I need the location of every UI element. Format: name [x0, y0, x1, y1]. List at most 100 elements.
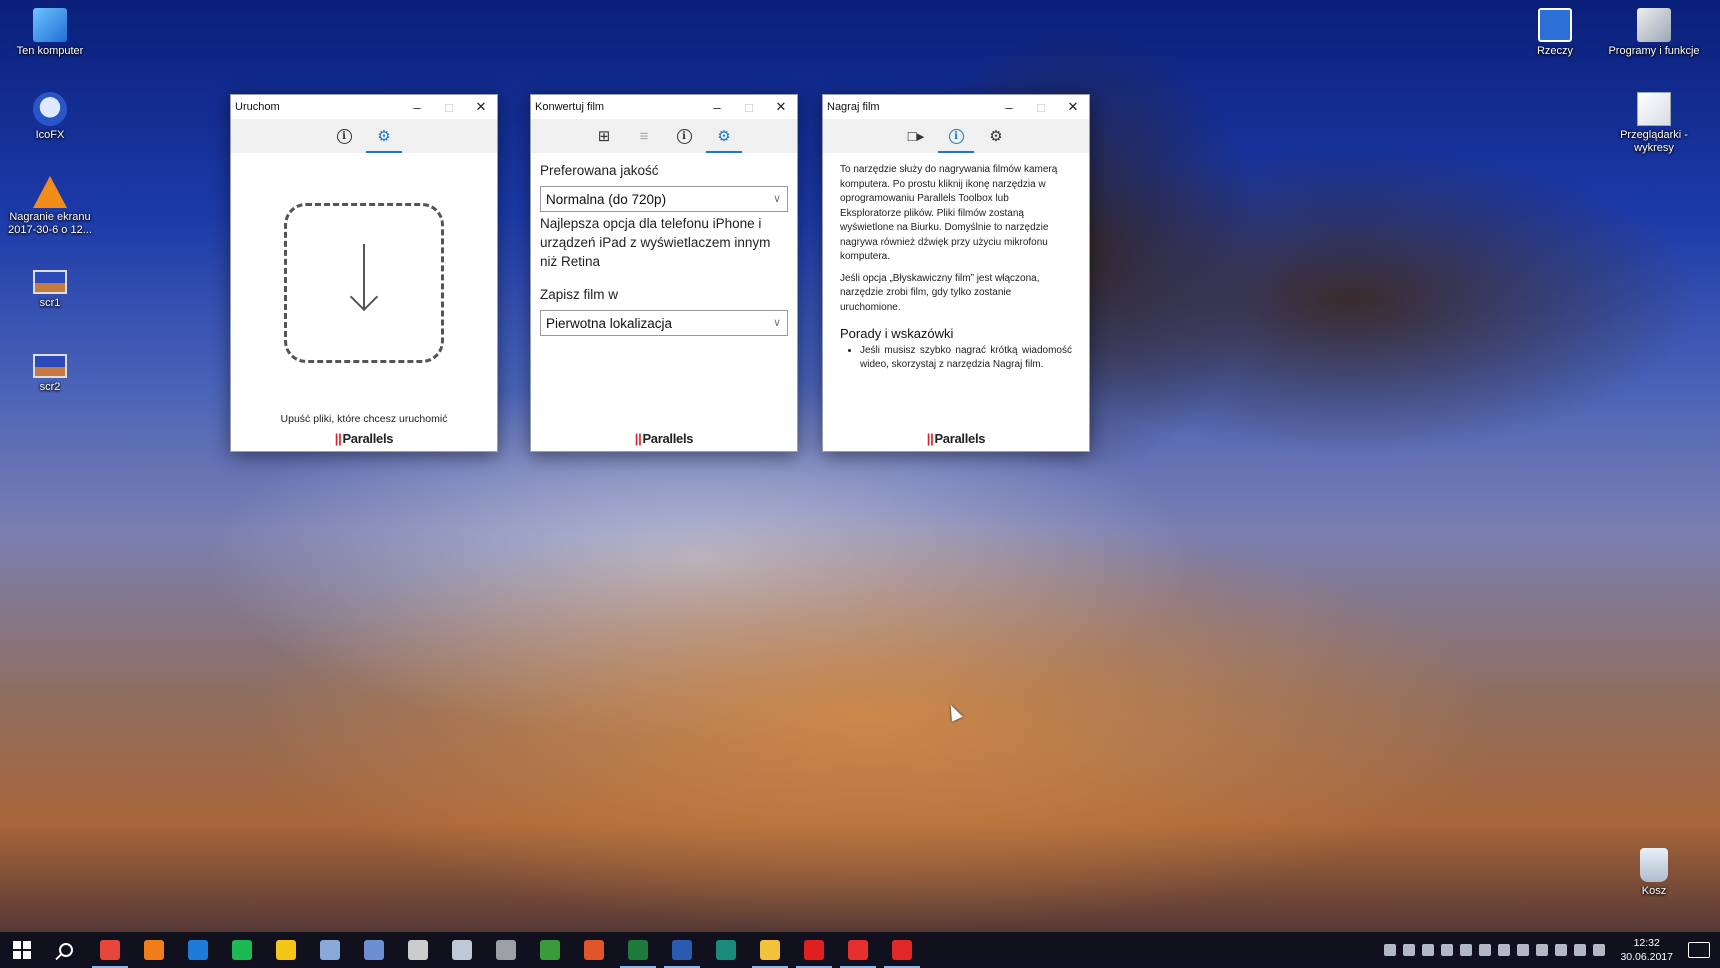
firefox-icon: [144, 940, 164, 960]
pinned-apps: [88, 932, 924, 968]
tab-info[interactable]: i: [331, 123, 357, 149]
search-icon: [59, 943, 73, 957]
taskbar-app-button[interactable]: [880, 932, 924, 968]
minimize-button[interactable]: –: [401, 95, 433, 119]
desktop-icon-browsers-charts[interactable]: Przeglądarki - wykresy: [1612, 92, 1696, 155]
tray-icon[interactable]: [1441, 944, 1454, 956]
notification-center-icon[interactable]: [1688, 942, 1710, 958]
desktop-icon-scr1[interactable]: scr1: [8, 264, 92, 310]
taskbar-app-button[interactable]: [836, 932, 880, 968]
chrome-icon: [100, 940, 120, 960]
info-icon: i: [676, 128, 692, 144]
minimize-button[interactable]: –: [993, 95, 1025, 119]
maximize-button: □: [445, 99, 453, 115]
save-location-select[interactable]: Pierwotna lokalizacja ∨: [540, 310, 788, 336]
info-paragraph: Jeśli opcja „Błyskawiczny film” jest włą…: [840, 272, 1040, 313]
opera-icon: [804, 940, 824, 960]
tray-icon[interactable]: [1498, 944, 1511, 956]
taskbar-app-button[interactable]: [308, 932, 352, 968]
logo-text: Parallels: [342, 431, 394, 446]
network-icon[interactable]: [1555, 944, 1568, 956]
start-button[interactable]: [0, 932, 44, 968]
desktop-icon-icofx[interactable]: IcoFX: [8, 92, 92, 142]
taskbar-app-button[interactable]: [484, 932, 528, 968]
search-button[interactable]: [44, 932, 88, 968]
tool-tabs: i ⚙: [231, 119, 497, 153]
desktop-icon-screen-recording[interactable]: Nagranie ekranu 2017-30-6 o 12...: [8, 176, 92, 237]
taskbar-app-button[interactable]: [704, 932, 748, 968]
language-icon[interactable]: [1593, 944, 1606, 956]
chevron-down-icon: ∨: [772, 193, 781, 205]
desktop-icon-label: Rzeczy: [1536, 45, 1574, 57]
image-file-icon: [33, 270, 67, 294]
taskbar-app-button[interactable]: [176, 932, 220, 968]
computer-icon: [33, 8, 67, 42]
logo-text: Parallels: [642, 431, 694, 446]
gear-icon: ⚙: [989, 128, 1003, 145]
tray-icon[interactable]: [1517, 944, 1530, 956]
desktop-icon-label: IcoFX: [35, 129, 65, 141]
tray-icon[interactable]: [1422, 944, 1435, 956]
tray-icon[interactable]: [1536, 944, 1549, 956]
minimize-button[interactable]: –: [701, 95, 733, 119]
tab-info[interactable]: i: [671, 123, 697, 149]
tab-settings[interactable]: ⚙: [706, 123, 742, 153]
box-icon: [364, 940, 384, 960]
desktop-icon-programs[interactable]: Programy i funkcje: [1604, 8, 1704, 58]
list-icon: ≡: [639, 127, 649, 145]
taskbar-app-button[interactable]: [352, 932, 396, 968]
tray-icon[interactable]: [1479, 944, 1492, 956]
tip-item: Jeśli musisz szybko nagrać krótką wiadom…: [860, 344, 1072, 372]
parallels-logo: ||Parallels: [926, 431, 986, 446]
title-bar[interactable]: Konwertuj film – □ ✕: [531, 95, 797, 119]
tray-icon[interactable]: [1460, 944, 1473, 956]
clock-time: 12:32: [1633, 937, 1660, 949]
clock[interactable]: 12:32 30.06.2017: [1620, 936, 1673, 964]
title-bar[interactable]: Uruchom – □ ✕: [231, 95, 497, 119]
quality-select[interactable]: Normalna (do 720p) ∨: [540, 186, 788, 212]
close-button[interactable]: ✕: [1057, 95, 1089, 119]
tab-record[interactable]: □▸: [903, 123, 929, 149]
desktop-icon-recycle-bin[interactable]: Kosz: [1612, 848, 1696, 898]
taskbar-app-button[interactable]: [88, 932, 132, 968]
taskbar-app-button[interactable]: [396, 932, 440, 968]
gear-icon: ⚙: [377, 128, 391, 145]
close-button[interactable]: ✕: [465, 95, 497, 119]
video-camera-icon: □▸: [907, 128, 925, 145]
taskbar-app-button[interactable]: [660, 932, 704, 968]
tab-convert[interactable]: ⊞: [591, 123, 617, 149]
desktop-icon-rzeczy[interactable]: Rzeczy: [1513, 8, 1597, 58]
logo-text: Parallels: [934, 431, 986, 446]
chevron-down-icon: ∨: [772, 317, 781, 329]
taskbar-app-button[interactable]: [264, 932, 308, 968]
taskbar-app-button[interactable]: [792, 932, 836, 968]
close-button[interactable]: ✕: [765, 95, 797, 119]
recycle-bin-icon: [1640, 848, 1668, 882]
desktop-icon-this-pc[interactable]: Ten komputer: [8, 8, 92, 58]
taskbar-app-button[interactable]: [220, 932, 264, 968]
tab-info[interactable]: i: [938, 123, 974, 153]
sheet-app-icon: [540, 940, 560, 960]
tool-tabs: ⊞ ≡ i ⚙: [531, 119, 797, 153]
record-app-icon: [848, 940, 868, 960]
tab-settings[interactable]: ⚙: [366, 123, 402, 153]
tab-queue[interactable]: ≡: [631, 123, 657, 149]
tray-icon[interactable]: [1384, 944, 1397, 956]
desktop-icon-scr2[interactable]: scr2: [8, 348, 92, 394]
taskbar-app-button[interactable]: [748, 932, 792, 968]
drop-zone[interactable]: [284, 203, 444, 363]
taskbar-app-button[interactable]: [616, 932, 660, 968]
excel-icon: [628, 940, 648, 960]
taskbar-app-button[interactable]: [572, 932, 616, 968]
tab-settings[interactable]: ⚙: [983, 123, 1009, 149]
convert-window: Konwertuj film – □ ✕ ⊞ ≡ i ⚙ Preferowana…: [530, 94, 798, 452]
tray-icon[interactable]: [1403, 944, 1416, 956]
taskbar-app-button[interactable]: [528, 932, 572, 968]
info-panel: To narzędzie służy do nagrywania filmów …: [823, 153, 1089, 372]
taskbar-app-button[interactable]: [132, 932, 176, 968]
taskbar-app-button[interactable]: [440, 932, 484, 968]
edge-icon: [188, 940, 208, 960]
volume-icon[interactable]: [1574, 944, 1587, 956]
title-bar[interactable]: Nagraj film – □ ✕: [823, 95, 1089, 119]
tips-heading: Porady i wskazówki: [840, 326, 954, 341]
